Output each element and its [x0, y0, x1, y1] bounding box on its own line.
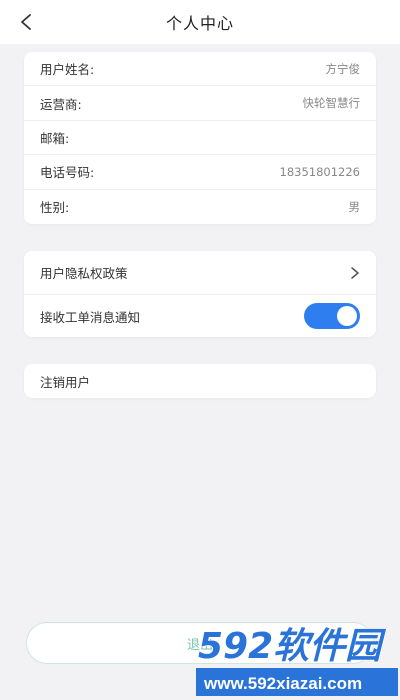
name-label: 用户姓名:	[40, 62, 95, 78]
operator-value: 快轮智慧行	[302, 96, 361, 111]
name-value: 方宁俊	[325, 61, 361, 76]
profile-row-email: 邮箱:	[24, 121, 376, 156]
phone-label: 电话号码:	[40, 165, 95, 181]
notify-label: 接收工单消息通知	[40, 309, 141, 325]
notify-setting-item: 接收工单消息通知	[24, 294, 376, 337]
watermark-logo-text: 592软件园	[198, 626, 386, 667]
chevron-left-icon	[21, 14, 31, 30]
back-button[interactable]	[12, 8, 40, 36]
profile-row-phone: 电话号码: 18351801226	[24, 155, 376, 190]
profile-row-name: 用户姓名: 方宁俊	[24, 52, 376, 87]
profile-card: 用户姓名: 方宁俊 运营商: 快轮智慧行 邮箱: 电话号码: 183518012…	[24, 52, 376, 224]
header-bar: 个人中心	[0, 0, 400, 44]
settings-card: 用户隐私权政策 接收工单消息通知	[24, 251, 376, 337]
deactivate-account-item[interactable]: 注销用户	[24, 364, 376, 398]
phone-value: 18351801226	[279, 164, 360, 179]
watermark-url-text: www.592xiazai.com	[203, 674, 362, 693]
page-title: 个人中心	[165, 14, 234, 33]
deactivate-card: 注销用户	[24, 364, 376, 398]
gender-value: 男	[348, 199, 361, 214]
profile-row-gender: 性别: 男	[24, 190, 376, 224]
deactivate-label: 注销用户	[40, 374, 91, 390]
chevron-right-icon	[351, 266, 359, 279]
toggle-knob	[337, 306, 357, 326]
watermark-logo: 592软件园 www.592xiazai.com	[196, 625, 398, 696]
gender-label: 性别:	[40, 200, 70, 216]
profile-row-operator: 运营商: 快轮智慧行	[24, 86, 376, 121]
notify-toggle[interactable]	[304, 303, 360, 329]
privacy-policy-label: 用户隐私权政策	[40, 266, 128, 281]
email-label: 邮箱:	[40, 130, 70, 146]
privacy-policy-item[interactable]: 用户隐私权政策	[24, 251, 376, 294]
operator-label: 运营商:	[40, 96, 82, 112]
